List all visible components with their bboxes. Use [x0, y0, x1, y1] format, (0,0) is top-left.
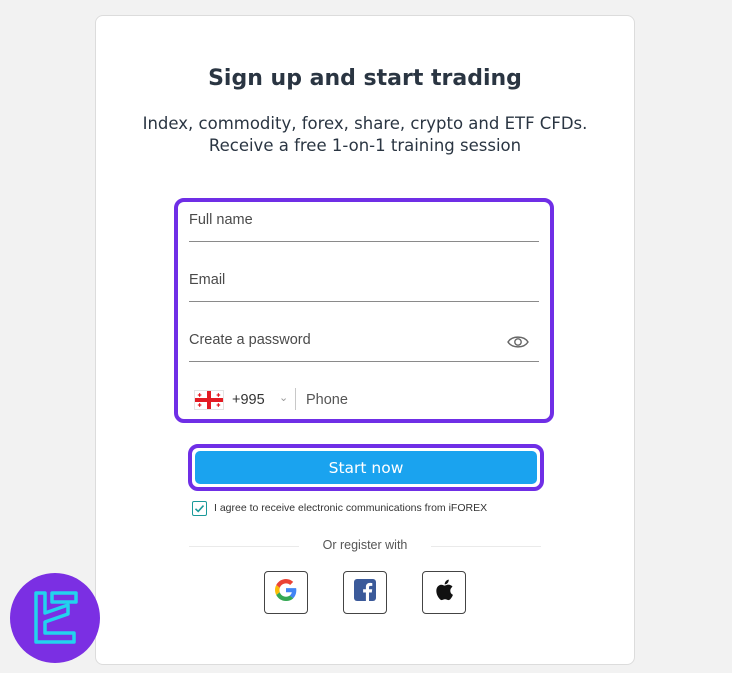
phone-field[interactable]: +995 ⌄ Phone	[189, 382, 539, 416]
or-register-text: Or register with	[322, 538, 408, 552]
password-field[interactable]: Create a password	[189, 322, 539, 362]
brand-logo	[10, 573, 100, 663]
georgia-flag-icon[interactable]	[194, 390, 224, 410]
password-placeholder: Create a password	[189, 332, 311, 348]
signup-form: Full name Email Create a password +995 ⌄…	[174, 198, 554, 423]
signup-card: Sign up and start trading Index, commodi…	[95, 15, 635, 665]
eye-icon[interactable]	[507, 334, 529, 350]
divider-right	[431, 546, 541, 547]
email-placeholder: Email	[189, 272, 226, 288]
chevron-down-icon[interactable]: ⌄	[279, 391, 288, 404]
consent-checkbox[interactable]	[192, 500, 207, 516]
facebook-signup-button[interactable]	[343, 571, 387, 614]
google-icon	[275, 579, 297, 606]
start-now-button[interactable]: Start now	[195, 451, 537, 484]
email-field[interactable]: Email	[189, 262, 539, 302]
dial-code[interactable]: +995	[232, 392, 265, 408]
apple-icon	[434, 579, 454, 606]
facebook-icon	[354, 579, 376, 606]
page-title: Sign up and start trading	[208, 66, 522, 91]
page-subtitle: Index, commodity, forex, share, crypto a…	[96, 113, 634, 157]
phone-placeholder: Phone	[306, 392, 348, 408]
subtitle-line-2: Receive a free 1-on-1 training session	[208, 136, 522, 155]
or-register-divider: Or register with	[189, 538, 541, 554]
full-name-field[interactable]: Full name	[189, 202, 539, 242]
apple-signup-button[interactable]	[422, 571, 466, 614]
phone-divider	[295, 388, 296, 410]
google-signup-button[interactable]	[264, 571, 308, 614]
subtitle-line-1: Index, commodity, forex, share, crypto a…	[142, 114, 588, 133]
consent-text: I agree to receive electronic communicat…	[214, 502, 488, 514]
start-button-highlight: Start now	[188, 444, 544, 491]
consent-row: I agree to receive electronic communicat…	[192, 500, 487, 516]
full-name-placeholder: Full name	[189, 212, 253, 228]
